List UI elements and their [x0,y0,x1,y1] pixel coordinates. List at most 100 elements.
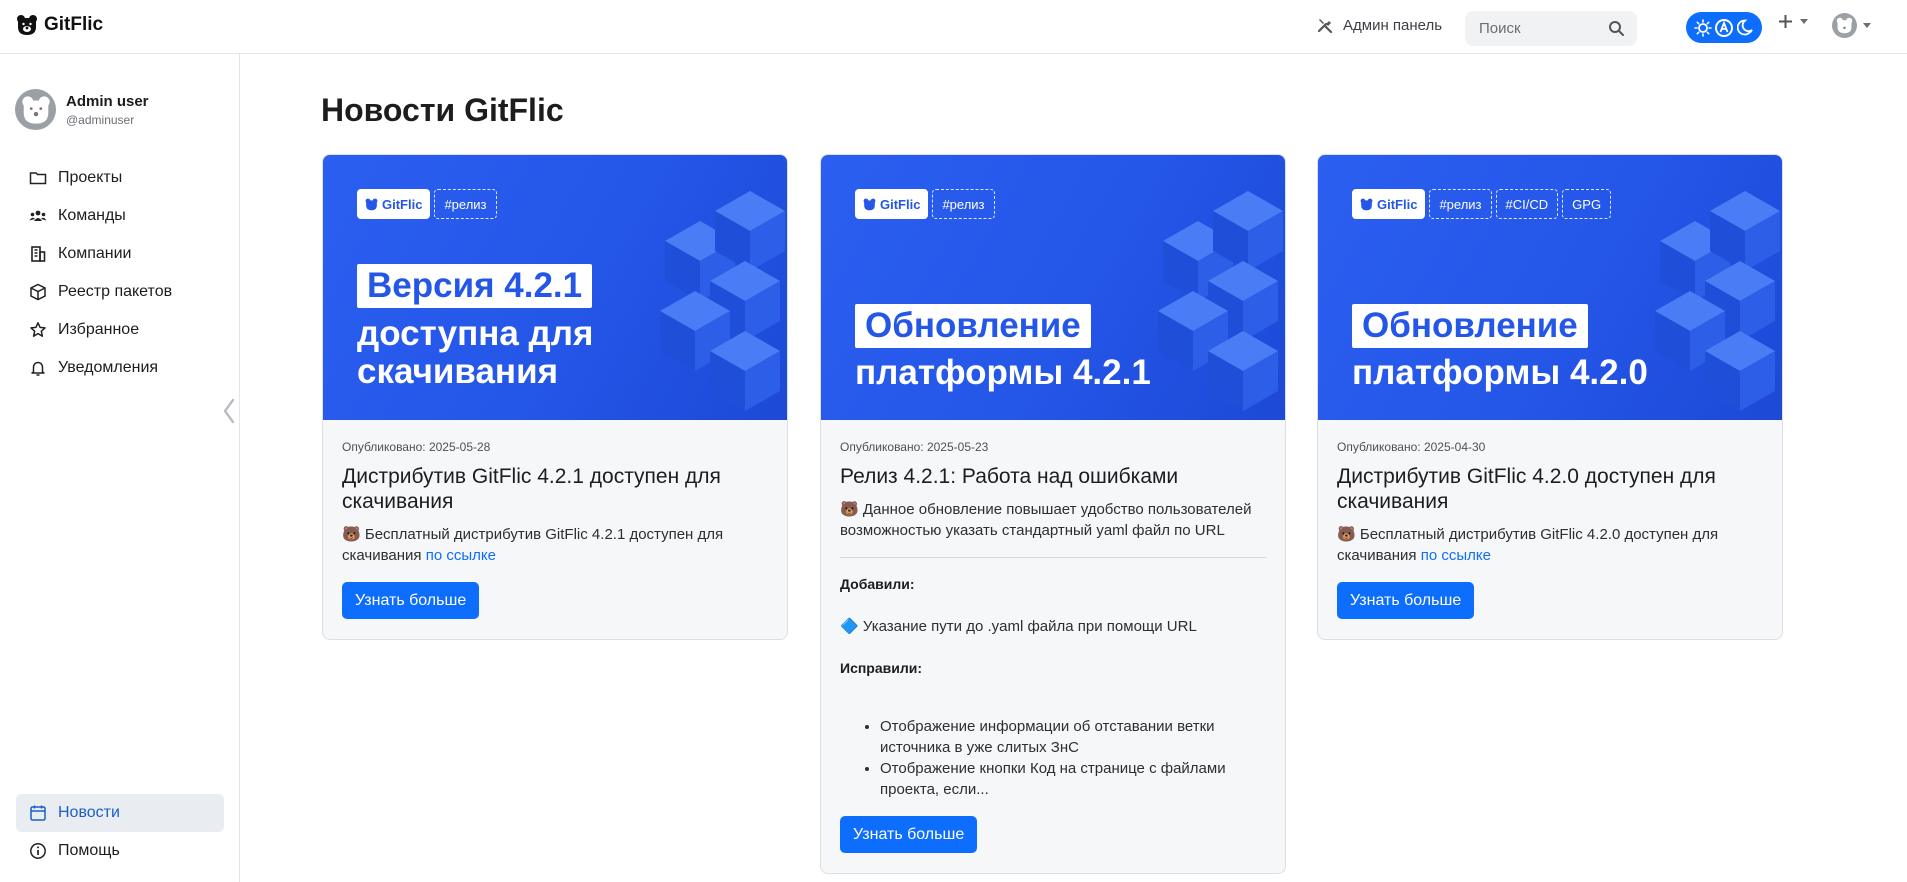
team-icon [29,210,47,221]
sidebar-bottom-nav: Новости Помощь [16,794,224,870]
hash-tag: #релиз [434,189,497,219]
learn-more-button[interactable]: Узнать больше [342,582,480,619]
card-body: Опубликовано: 2025-05-23 Релиз 4.2.1: Ра… [821,420,1285,873]
logo-text: GitFlic [44,14,104,35]
card-text: 🐻 Бесплатный дистрибутив GitFlic 4.2.0 д… [1337,524,1763,566]
sidebar-item-teams[interactable]: Команды [16,197,224,235]
main-content: Новости GitFlic GitFlic #релиз Версия 4.… [241,54,1907,882]
top-bar: GitFlic Админ панель [0,0,1907,54]
cubes-illustration [660,191,785,411]
bell-icon [31,361,45,376]
tools-icon [1317,19,1333,34]
auto-theme-icon[interactable] [1714,18,1734,38]
sidebar-item-favorites[interactable]: Избранное [16,311,224,349]
create-menu[interactable] [1778,14,1808,29]
calendar-icon [30,805,46,821]
card-text-body: 🐻 Бесплатный дистрибутив GitFlic 4.2.1 д… [342,526,724,564]
sidebar: Admin user @adminuser Проекты Команды Ко… [0,54,240,882]
sidebar-item-label: Уведомления [58,359,159,376]
user-name: Admin user [66,92,149,110]
chevron-down-icon [1800,19,1808,24]
folder-icon [29,172,47,185]
collapse-sidebar-icon[interactable] [222,398,236,424]
search-box[interactable] [1465,11,1637,46]
user-profile[interactable]: Admin user @adminuser [15,89,149,130]
fixed-heading: Исправили: [840,660,923,676]
banner-line: платформы 4.2.1 [855,353,1151,392]
fixed-list: Отображение информации об отставании вет… [840,716,1266,800]
card-text-body: 🐻 Бесплатный дистрибутив GitFlic 4.2.0 д… [1337,526,1719,564]
card-body: Опубликовано: 2025-05-28 Дистрибутив Git… [323,420,787,639]
brand-tag-label: GitFlic [1377,196,1418,212]
sidebar-item-packages[interactable]: Реестр пакетов [16,273,224,311]
package-icon [30,283,46,301]
bear-avatar-icon [21,95,50,124]
added-item: 🔷 Указание пути до .yaml файла при помощ… [840,618,1197,635]
published-date: Опубликовано: 2025-05-28 [342,440,491,454]
sidebar-item-companies[interactable]: Компании [16,235,224,273]
sidebar-item-notifications[interactable]: Уведомления [16,349,224,387]
sidebar-item-label: Помощь [58,842,120,859]
sidebar-item-label: Избранное [58,321,140,338]
download-link[interactable]: по ссылке [1421,547,1491,564]
divider [840,557,1266,558]
sidebar-nav: Проекты Команды Компании Реестр пакетов … [16,159,224,387]
news-banner-image[interactable]: GitFlic #релиз #CI/CD GPG Обновление пла… [1318,155,1782,420]
list-item: Отображение кнопки Код на странице с фай… [880,758,1266,800]
logo[interactable]: GitFlic [16,14,103,36]
hash-tag: GPG [1562,189,1612,219]
banner-tags: GitFlic #релиз [357,189,497,219]
brand-tag: GitFlic [855,189,929,219]
hash-tag: #релиз [932,189,995,219]
banner-headline: Обновление [1352,304,1588,348]
chevron-down-icon [1863,23,1871,28]
card-title[interactable]: Релиз 4.2.1: Работа над ошибками [840,464,1266,489]
published-date: Опубликовано: 2025-04-30 [1337,440,1486,454]
news-card: GitFlic #релиз Версия 4.2.1 доступна для… [322,154,788,640]
banner-line: доступна для [357,314,594,353]
bear-logo-icon [1360,198,1373,210]
admin-panel-link[interactable]: Админ панель [1316,16,1442,34]
card-body: Опубликовано: 2025-04-30 Дистрибутив Git… [1318,420,1782,639]
bear-logo-icon [863,198,876,210]
brand-tag-label: GitFlic [382,196,423,212]
card-title[interactable]: Дистрибутив GitFlic 4.2.1 доступен для с… [342,464,768,514]
banner-tags: GitFlic #релиз #CI/CD GPG [1352,189,1612,219]
learn-more-button[interactable]: Узнать больше [1337,582,1475,619]
admin-panel-label: Админ панель [1343,16,1443,34]
user-menu[interactable] [1832,13,1871,38]
brand-tag-label: GitFlic [880,196,921,212]
building-icon [31,246,46,262]
page-title: Новости GitFlic [321,92,564,128]
bear-logo-icon [365,198,378,210]
brand-tag: GitFlic [1352,189,1426,219]
star-icon [30,322,46,337]
sidebar-item-label: Реестр пакетов [58,283,173,300]
news-card: GitFlic #релиз Обновление платформы 4.2.… [820,154,1286,874]
dark-theme-icon[interactable] [1735,18,1755,38]
learn-more-button[interactable]: Узнать больше [840,816,978,853]
sidebar-item-label: Проекты [58,169,123,186]
hash-tag: #релиз [1429,189,1492,219]
card-title[interactable]: Дистрибутив GitFlic 4.2.0 доступен для с… [1337,464,1763,514]
search-input[interactable] [1479,11,1609,46]
search-icon[interactable] [1608,20,1625,37]
sidebar-item-label: Компании [58,245,132,262]
light-theme-icon[interactable] [1693,18,1713,38]
info-icon [30,843,46,859]
banner-line: платформы 4.2.0 [1352,353,1648,392]
news-banner-image[interactable]: GitFlic #релиз Обновление платформы 4.2.… [821,155,1285,420]
hash-tag: #CI/CD [1495,189,1559,219]
avatar [1832,13,1857,38]
sidebar-item-news[interactable]: Новости [16,794,224,832]
sidebar-item-help[interactable]: Помощь [16,832,224,870]
banner-tags: GitFlic #релиз [855,189,995,219]
theme-switcher[interactable] [1686,12,1762,43]
list-item: Отображение информации об отставании вет… [880,716,1266,758]
download-link[interactable]: по ссылке [426,547,496,564]
bear-logo-icon [17,15,37,35]
plus-icon [1779,15,1792,28]
sidebar-item-projects[interactable]: Проекты [16,159,224,197]
card-text: 🐻 Бесплатный дистрибутив GitFlic 4.2.1 д… [342,524,768,566]
news-banner-image[interactable]: GitFlic #релиз Версия 4.2.1 доступна для… [323,155,787,420]
